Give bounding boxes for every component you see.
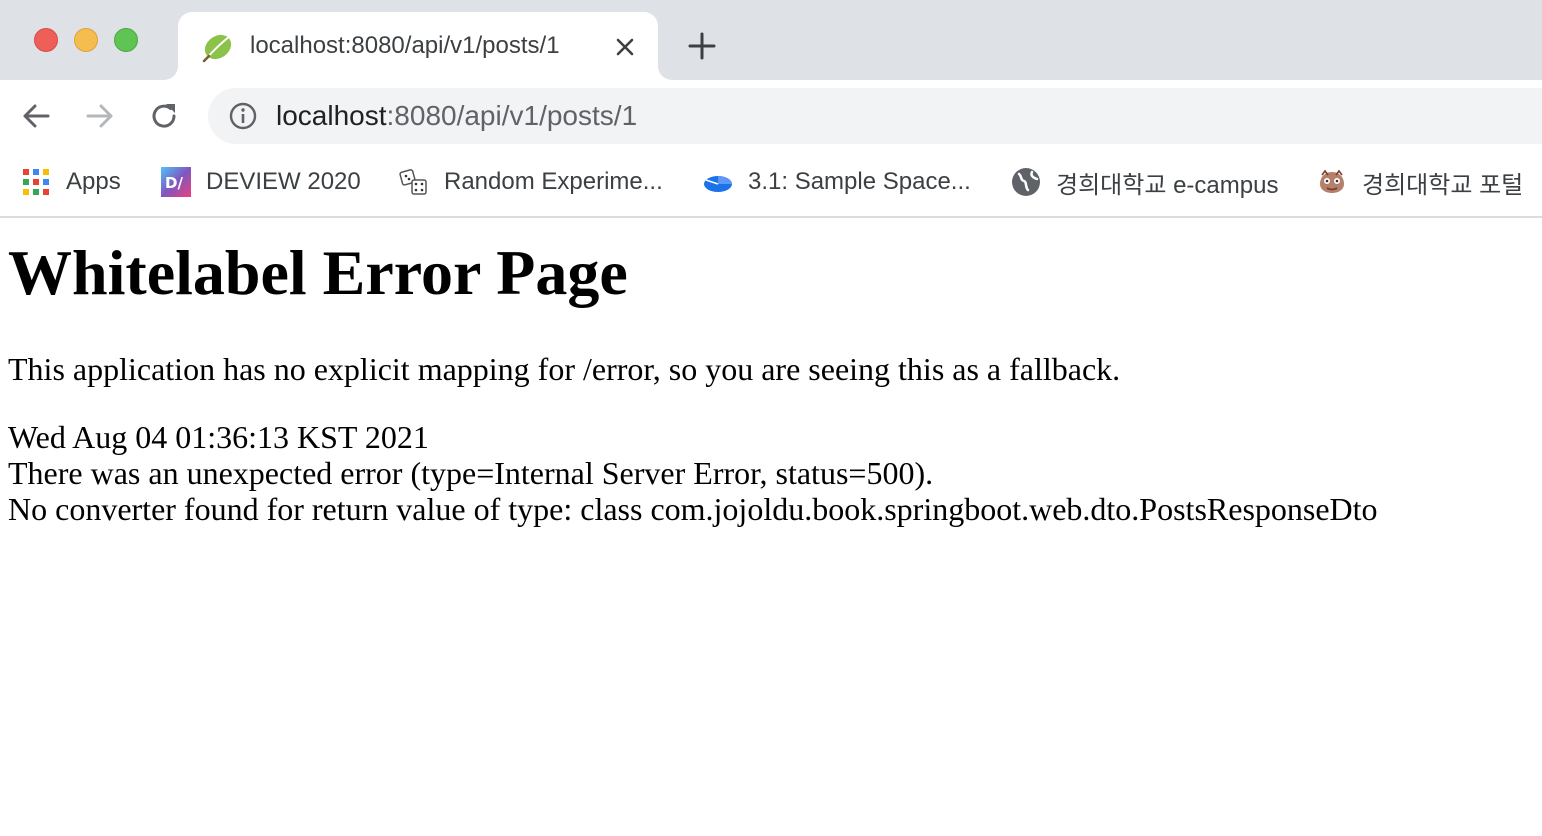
bookmark-apps[interactable]: Apps (20, 164, 121, 200)
forward-arrow-icon[interactable] (82, 98, 118, 134)
close-icon[interactable] (612, 34, 638, 60)
address-bar[interactable]: localhost:8080/api/v1/posts/1 (208, 88, 1542, 144)
bookmark-random-experiments[interactable]: Random Experime... (398, 164, 663, 200)
active-tab[interactable]: localhost:8080/api/v1/posts/1 (178, 12, 658, 80)
error-description: This application has no explicit mapping… (8, 351, 1121, 387)
tab-strip: localhost:8080/api/v1/posts/1 (0, 0, 1542, 80)
bookmark-label: 경희대학교 e-campus (1056, 171, 1279, 199)
deview-icon: D/ (161, 167, 191, 197)
university-crest-icon (1320, 169, 1344, 193)
bookmark-label: Apps (66, 168, 121, 195)
dice-icon (399, 169, 427, 195)
bookmark-label: Random Experime... (444, 168, 663, 195)
svg-text:D/: D/ (165, 174, 183, 192)
bookmark-sample-space[interactable]: 3.1: Sample Space... (702, 164, 971, 200)
tab-title: localhost:8080/api/v1/posts/1 (250, 32, 560, 59)
bookmark-ecampus[interactable]: 경희대학교 e-campus (1010, 164, 1278, 200)
window-close-button[interactable] (34, 28, 58, 52)
url-path: :8080/api/v1/posts/1 (386, 100, 638, 131)
spring-leaf-icon (202, 34, 232, 63)
page-title: Whitelabel Error Page (8, 237, 628, 308)
bookmark-label: DEVIEW 2020 (206, 168, 361, 195)
error-status: There was an unexpected error (type=Inte… (8, 455, 934, 491)
window-maximize-button[interactable] (114, 28, 138, 52)
info-icon[interactable] (228, 101, 258, 131)
bookmark-label: 경희대학교 포털 (1362, 171, 1524, 199)
window-minimize-button[interactable] (74, 28, 98, 52)
error-details: Wed Aug 04 01:36:13 KST 2021 There was a… (8, 419, 1528, 527)
browser-toolbar: localhost:8080/api/v1/posts/1 (0, 80, 1542, 152)
reload-icon[interactable] (146, 98, 182, 134)
apps-grid-icon (23, 169, 49, 195)
globe-icon (1012, 168, 1040, 196)
back-arrow-icon[interactable] (18, 98, 54, 134)
page-content: Whitelabel Error Page This application h… (8, 218, 1528, 527)
pie-chart-icon (704, 176, 732, 192)
bookmark-label: 3.1: Sample Space... (748, 168, 971, 195)
bookmark-deview[interactable]: D/ DEVIEW 2020 (160, 164, 361, 200)
error-message: No converter found for return value of t… (8, 491, 1378, 527)
bookmarks-bar: Apps D/ DEVIEW 2020 Random Experime... 3… (0, 152, 1542, 218)
error-timestamp: Wed Aug 04 01:36:13 KST 2021 (8, 419, 429, 455)
bookmark-portal[interactable]: 경희대학교 포털 (1316, 164, 1523, 200)
url-host: localhost (276, 100, 387, 131)
url-text[interactable]: localhost:8080/api/v1/posts/1 (276, 100, 637, 132)
plus-icon[interactable] (686, 30, 718, 62)
